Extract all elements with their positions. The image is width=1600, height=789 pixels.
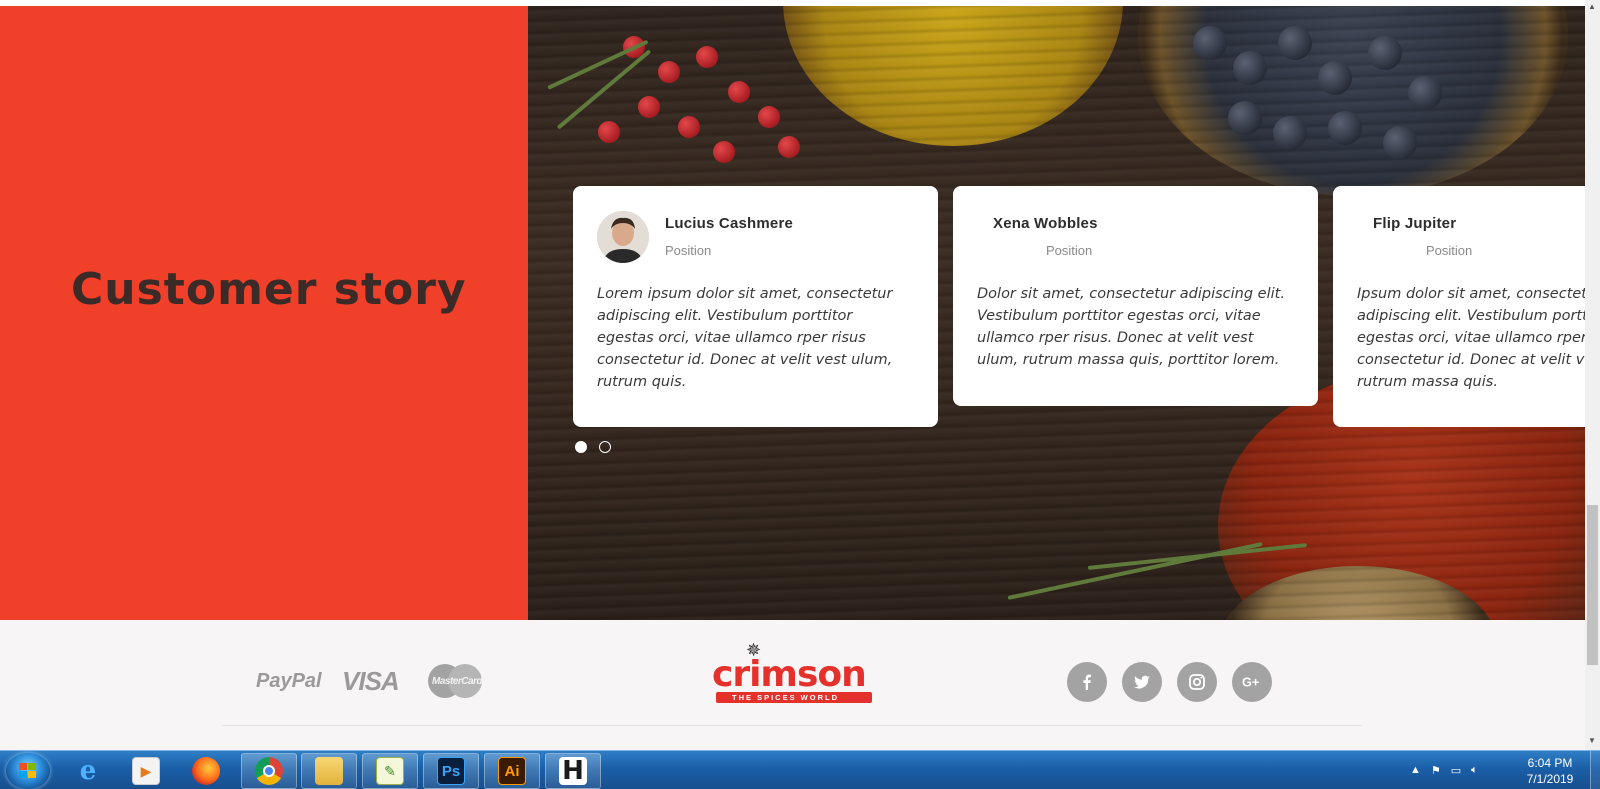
- juniper-berry: [1278, 26, 1312, 60]
- notepad-icon[interactable]: ✎: [362, 753, 418, 789]
- juniper-berry: [1328, 111, 1362, 145]
- google-plus-icon[interactable]: G+: [1232, 662, 1272, 702]
- testimonial-position: Position: [1046, 243, 1093, 258]
- juniper-berry: [1368, 36, 1402, 70]
- peppercorn: [758, 106, 780, 128]
- testimonial-card: Xena Wobbles Position Dolor sit amet, co…: [953, 186, 1318, 406]
- footer: PayPal VISA MasterCard ✵ crimson THE SPI…: [0, 620, 1585, 750]
- show-desktop-button[interactable]: [1590, 751, 1600, 789]
- testimonial-position: Position: [665, 243, 712, 258]
- page-scrollbar[interactable]: ▲ ▼: [1585, 0, 1600, 750]
- windows-logo-icon: [19, 763, 37, 779]
- twitter-icon[interactable]: [1122, 662, 1162, 702]
- peppercorn: [678, 116, 700, 138]
- avatar: [597, 211, 649, 263]
- scroll-down-arrow-icon[interactable]: ▼: [1588, 736, 1596, 745]
- scrollbar-thumb[interactable]: [1587, 505, 1598, 665]
- testimonial-card: Flip Jupiter Position Ipsum dolor sit am…: [1333, 186, 1600, 427]
- peppercorn: [658, 61, 680, 83]
- visa-logo: VISA: [342, 666, 400, 696]
- crimson-logo[interactable]: ✵ crimson THE SPICES WORLD: [712, 640, 877, 710]
- illustrator-icon[interactable]: Ai: [484, 753, 540, 789]
- testimonial-quote: Dolor sit amet, consectetur adipiscing e…: [977, 286, 1285, 368]
- footer-divider: [222, 725, 1362, 726]
- logo-wordmark: crimson: [712, 654, 867, 695]
- testimonial-name: Xena Wobbles: [993, 215, 1098, 232]
- peppercorn: [713, 141, 735, 163]
- customer-story-panel: Customer story: [0, 6, 528, 620]
- juniper-berry: [1193, 26, 1227, 60]
- svg-text:G+: G+: [1242, 675, 1259, 690]
- testimonial-quote: Ipsum dolor sit amet, consectetur adipis…: [1357, 286, 1600, 390]
- instagram-icon[interactable]: [1177, 662, 1217, 702]
- firefox-icon[interactable]: [178, 753, 234, 789]
- peppercorn: [728, 81, 750, 103]
- juniper-berry: [1233, 51, 1267, 85]
- network-icon[interactable]: ▭: [1451, 764, 1461, 777]
- juniper-berry: [1273, 116, 1307, 150]
- clock-time: 6:04 PM: [1527, 756, 1573, 770]
- photoshop-icon[interactable]: Ps: [423, 753, 479, 789]
- system-tray: ▲ ⚑ ▭ 🔈︎: [1410, 764, 1478, 777]
- peppercorn: [696, 46, 718, 68]
- scroll-up-arrow-icon[interactable]: ▲: [1588, 2, 1596, 11]
- carousel-pagination: [575, 441, 611, 453]
- start-button[interactable]: [6, 753, 50, 789]
- testimonial-name: Flip Jupiter: [1373, 215, 1457, 232]
- section-heading: Customer story: [71, 264, 467, 315]
- mastercard-label: MasterCard: [432, 676, 483, 687]
- page: Customer story Lucius Cashmere Position …: [0, 0, 1600, 789]
- action-center-flag-icon[interactable]: ⚑: [1431, 764, 1441, 777]
- testimonial-name: Lucius Cashmere: [665, 215, 794, 232]
- facebook-icon[interactable]: [1067, 662, 1107, 702]
- testimonial-position: Position: [1426, 243, 1473, 258]
- peppercorn: [638, 96, 660, 118]
- paypal-logo: PayPal: [256, 670, 322, 692]
- file-explorer-icon[interactable]: [301, 753, 357, 789]
- juniper-berry: [1228, 101, 1262, 135]
- h-app-icon[interactable]: H: [545, 753, 601, 789]
- carousel-dot-1[interactable]: [575, 441, 587, 453]
- carousel-dot-2[interactable]: [599, 441, 611, 453]
- volume-icon[interactable]: 🔈︎: [1471, 764, 1478, 777]
- mastercard-logo: MasterCard: [428, 664, 483, 698]
- clock-date: 7/1/2019: [1526, 772, 1574, 786]
- taskbar: e ▶ ✎ Ps Ai H ▲ ⚑ ▭ 🔈︎ 6:04 PM 7/1/2019: [0, 750, 1600, 789]
- testimonial-card: Lucius Cashmere Position Lorem ipsum dol…: [573, 186, 938, 427]
- testimonial-quote: Lorem ipsum dolor sit amet, consectetur …: [597, 286, 893, 390]
- logo-tagline: THE SPICES WORLD: [732, 693, 840, 702]
- chrome-icon[interactable]: [241, 753, 297, 789]
- juniper-berry: [1383, 126, 1417, 160]
- juniper-berry: [1408, 76, 1442, 110]
- show-hidden-icons-icon[interactable]: ▲: [1410, 764, 1421, 777]
- peppercorn: [778, 136, 800, 158]
- media-player-icon[interactable]: ▶: [118, 753, 174, 789]
- juniper-berry: [1318, 61, 1352, 95]
- taskbar-clock[interactable]: 6:04 PM 7/1/2019: [1515, 755, 1585, 787]
- peppercorn: [598, 121, 620, 143]
- internet-explorer-icon[interactable]: e: [60, 753, 116, 789]
